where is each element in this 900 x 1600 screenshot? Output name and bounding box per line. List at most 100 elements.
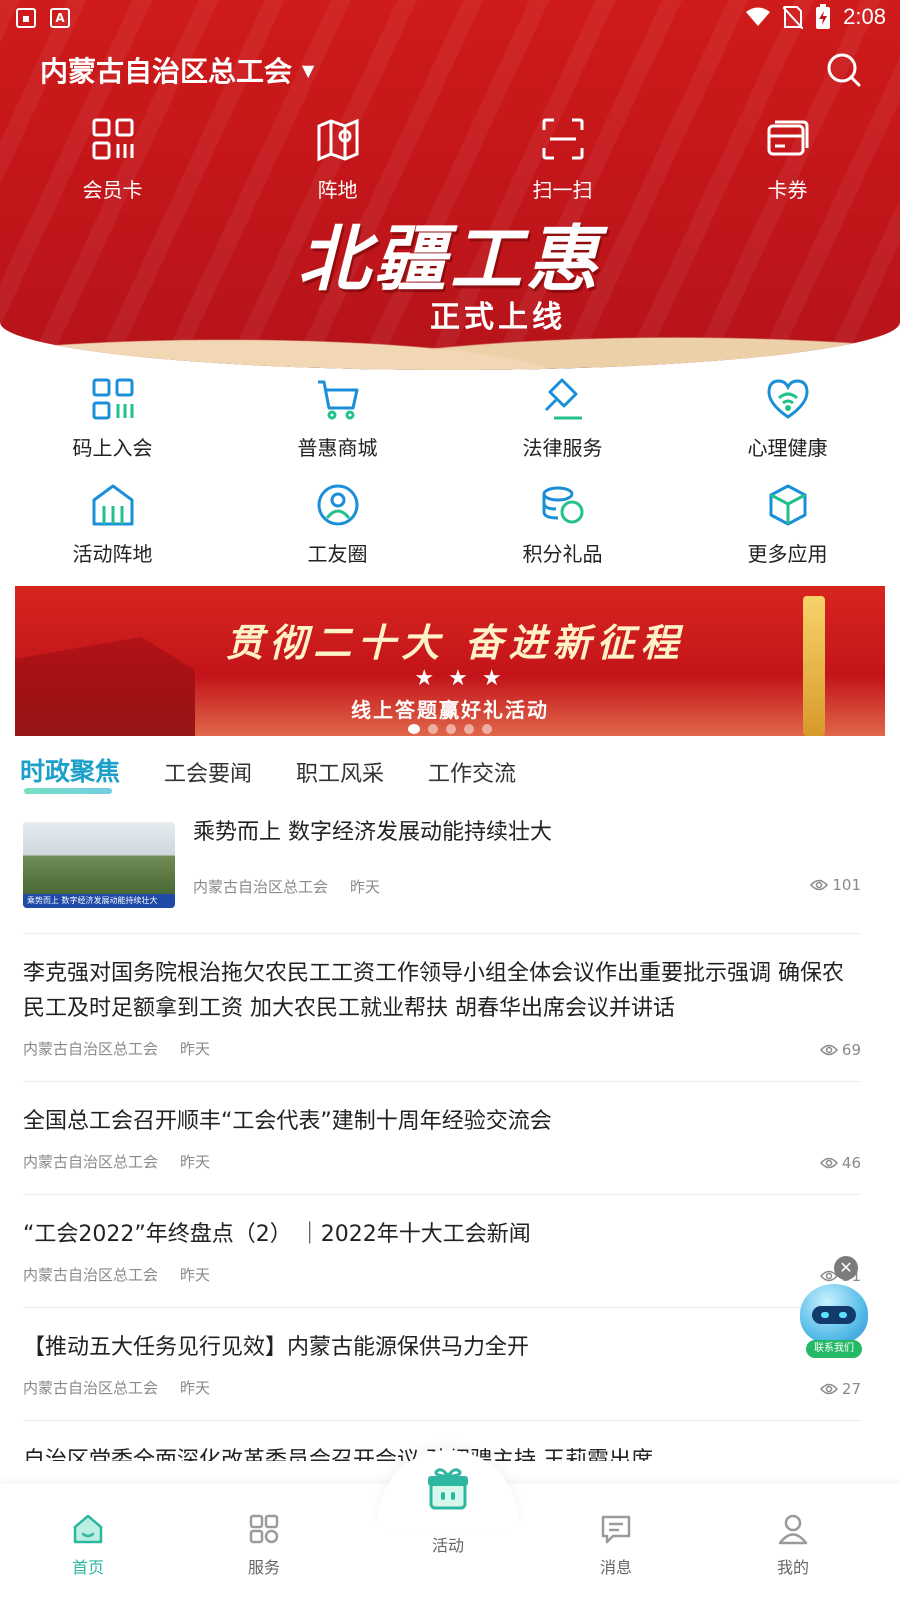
app-mental-health[interactable]: 心理健康 bbox=[675, 372, 900, 478]
quick-nav-member-card[interactable]: 会员卡 bbox=[0, 116, 225, 203]
news-source: 内蒙古自治区总工会 bbox=[23, 1040, 159, 1058]
contact-us-label: 联系我们 bbox=[806, 1340, 862, 1358]
header-banner: ▪ A 2:08 内蒙古自治区总工会 ▼ 会员卡 阵地 扫一扫 卡券 北疆工惠 bbox=[0, 0, 900, 370]
tab-label: 首页 bbox=[71, 1558, 104, 1577]
promo-subline: 线上答题赢好礼活动 bbox=[351, 698, 549, 722]
app-more[interactable]: 更多应用 bbox=[675, 478, 900, 584]
app-grid: 码上入会 普惠商城 法律服务 心理健康 活动阵地 工友圈 积分礼品 更多应用 bbox=[0, 372, 900, 584]
tab-union-news[interactable]: 工会要闻 bbox=[164, 756, 252, 788]
hero-landscape-illustration bbox=[0, 300, 900, 370]
quick-nav-label: 卡券 bbox=[767, 178, 808, 202]
app-venue[interactable]: 活动阵地 bbox=[0, 478, 225, 584]
no-sim-icon bbox=[783, 6, 804, 29]
news-item[interactable]: 乘势而上 数字经济发展动能持续壮大 乘势而上 数字经济发展动能持续壮大 内蒙古自… bbox=[23, 806, 861, 934]
venue-icon bbox=[92, 484, 133, 526]
carousel-dot[interactable] bbox=[428, 724, 438, 734]
contact-assistant[interactable]: ✕ 联系我们 bbox=[796, 1256, 872, 1366]
search-icon[interactable] bbox=[824, 50, 864, 90]
carousel-dot[interactable] bbox=[464, 724, 474, 734]
system-nav-area bbox=[0, 1584, 900, 1600]
tab-worker-showcase[interactable]: 职工风采 bbox=[296, 756, 384, 788]
news-time: 昨天 bbox=[180, 1266, 211, 1284]
news-source: 内蒙古自治区总工会 bbox=[23, 1266, 159, 1284]
app-label: 更多应用 bbox=[747, 542, 828, 566]
news-source: 内蒙古自治区总工会 bbox=[23, 1379, 159, 1397]
news-meta: 内蒙古自治区总工会 昨天 bbox=[23, 1038, 861, 1081]
app-mall[interactable]: 普惠商城 bbox=[225, 372, 450, 478]
news-thumbnail: 乘势而上 数字经济发展动能持续壮大 bbox=[23, 822, 175, 908]
news-list: 乘势而上 数字经济发展动能持续壮大 乘势而上 数字经济发展动能持续壮大 内蒙古自… bbox=[23, 806, 861, 1461]
news-title: 乘势而上 数字经济发展动能持续壮大 bbox=[193, 820, 552, 845]
carousel-dot[interactable] bbox=[482, 724, 492, 734]
tab-messages[interactable]: 消息 bbox=[556, 1512, 676, 1578]
news-title: 【推动五大任务见行见效】内蒙古能源保供马力全开 bbox=[23, 1335, 530, 1360]
promo-stars: ★★★ bbox=[414, 666, 516, 691]
tab-home[interactable]: 首页 bbox=[28, 1512, 148, 1578]
robot-icon bbox=[800, 1284, 868, 1344]
scan-icon bbox=[542, 118, 583, 160]
eye-icon bbox=[819, 1383, 838, 1395]
app-community[interactable]: 工友圈 bbox=[225, 478, 450, 584]
news-tabs: 时政聚焦 工会要闻 职工风采 工作交流 bbox=[20, 752, 516, 794]
news-source: 内蒙古自治区总工会 bbox=[193, 878, 329, 896]
app-legal[interactable]: 法律服务 bbox=[450, 372, 675, 478]
promo-headline: 贯彻二十大 奋进新征程 bbox=[225, 620, 685, 665]
carousel-indicator bbox=[15, 724, 885, 734]
services-icon bbox=[249, 1514, 279, 1544]
news-meta: 内蒙古自治区总工会 昨天 bbox=[193, 876, 380, 897]
tab-label: 我的 bbox=[776, 1558, 809, 1577]
quick-nav-label: 阵地 bbox=[317, 178, 358, 202]
message-icon bbox=[601, 1515, 631, 1544]
image-icon: ▪ bbox=[16, 8, 36, 28]
org-name: 内蒙古自治区总工会 bbox=[40, 55, 293, 88]
status-bar: ▪ A 2:08 bbox=[0, 0, 900, 36]
profile-icon bbox=[778, 1514, 808, 1545]
view-count: 69 bbox=[819, 1041, 861, 1059]
carousel-dot[interactable] bbox=[408, 724, 420, 734]
app-label: 活动阵地 bbox=[72, 542, 153, 566]
tab-work-exchange[interactable]: 工作交流 bbox=[428, 756, 516, 788]
map-icon bbox=[317, 118, 358, 162]
news-item[interactable]: “工会2022”年终盘点（2） ｜2022年十大工会新闻 内蒙古自治区总工会 昨… bbox=[23, 1195, 861, 1308]
eye-icon bbox=[819, 1044, 838, 1056]
view-count: 46 bbox=[819, 1154, 861, 1172]
tab-activities[interactable]: 活动 bbox=[388, 1464, 508, 1556]
app-label: 法律服务 bbox=[522, 436, 603, 460]
caret-down-icon: ▼ bbox=[302, 60, 315, 80]
coupon-icon bbox=[767, 120, 808, 156]
hero-banner[interactable]: 北疆工惠 正式上线 bbox=[0, 200, 900, 335]
app-join-union[interactable]: 码上入会 bbox=[0, 372, 225, 478]
news-item[interactable]: 全国总工会召开顺丰“工会代表”建制十周年经验交流会 内蒙古自治区总工会 昨天 4… bbox=[23, 1082, 861, 1195]
eye-icon bbox=[810, 879, 829, 891]
gift-icon bbox=[428, 1468, 468, 1510]
member-card-icon bbox=[92, 118, 133, 160]
tab-profile[interactable]: 我的 bbox=[733, 1512, 853, 1578]
close-icon[interactable]: ✕ bbox=[834, 1256, 858, 1280]
wifi-icon bbox=[746, 7, 771, 26]
view-count-value: 46 bbox=[841, 1154, 861, 1172]
view-count: 27 bbox=[819, 1380, 861, 1398]
org-selector[interactable]: 内蒙古自治区总工会 ▼ bbox=[40, 50, 314, 90]
qr-join-icon bbox=[92, 378, 133, 420]
tab-label: 服务 bbox=[247, 1558, 280, 1577]
news-item[interactable]: 李克强对国务院根治拖欠农民工工资工作领导小组全体会议作出重要批示强调 确保农民工… bbox=[23, 934, 861, 1082]
app-points-gifts[interactable]: 积分礼品 bbox=[450, 478, 675, 584]
view-count-value: 101 bbox=[832, 876, 861, 894]
news-time: 昨天 bbox=[350, 878, 381, 896]
quick-nav-scan[interactable]: 扫一扫 bbox=[450, 116, 675, 203]
news-meta: 内蒙古自治区总工会 昨天 bbox=[23, 1377, 861, 1420]
quick-nav-label: 会员卡 bbox=[82, 178, 143, 202]
view-count: 101 bbox=[810, 876, 861, 894]
tab-politics[interactable]: 时政聚焦 bbox=[20, 752, 120, 794]
quick-nav-map[interactable]: 阵地 bbox=[225, 116, 450, 203]
news-time: 昨天 bbox=[180, 1379, 211, 1397]
carousel-dot[interactable] bbox=[446, 724, 456, 734]
quick-nav-coupon[interactable]: 卡券 bbox=[675, 116, 900, 203]
cube-icon bbox=[769, 484, 806, 526]
app-label: 心理健康 bbox=[747, 436, 828, 460]
view-count-value: 27 bbox=[841, 1380, 861, 1398]
app-label: 工友圈 bbox=[307, 542, 368, 566]
news-item[interactable]: 【推动五大任务见行见效】内蒙古能源保供马力全开 内蒙古自治区总工会 昨天 27 bbox=[23, 1308, 861, 1421]
promo-carousel[interactable]: 贯彻二十大 奋进新征程 ★★★ 线上答题赢好礼活动 bbox=[15, 586, 885, 736]
tab-services[interactable]: 服务 bbox=[204, 1512, 324, 1578]
